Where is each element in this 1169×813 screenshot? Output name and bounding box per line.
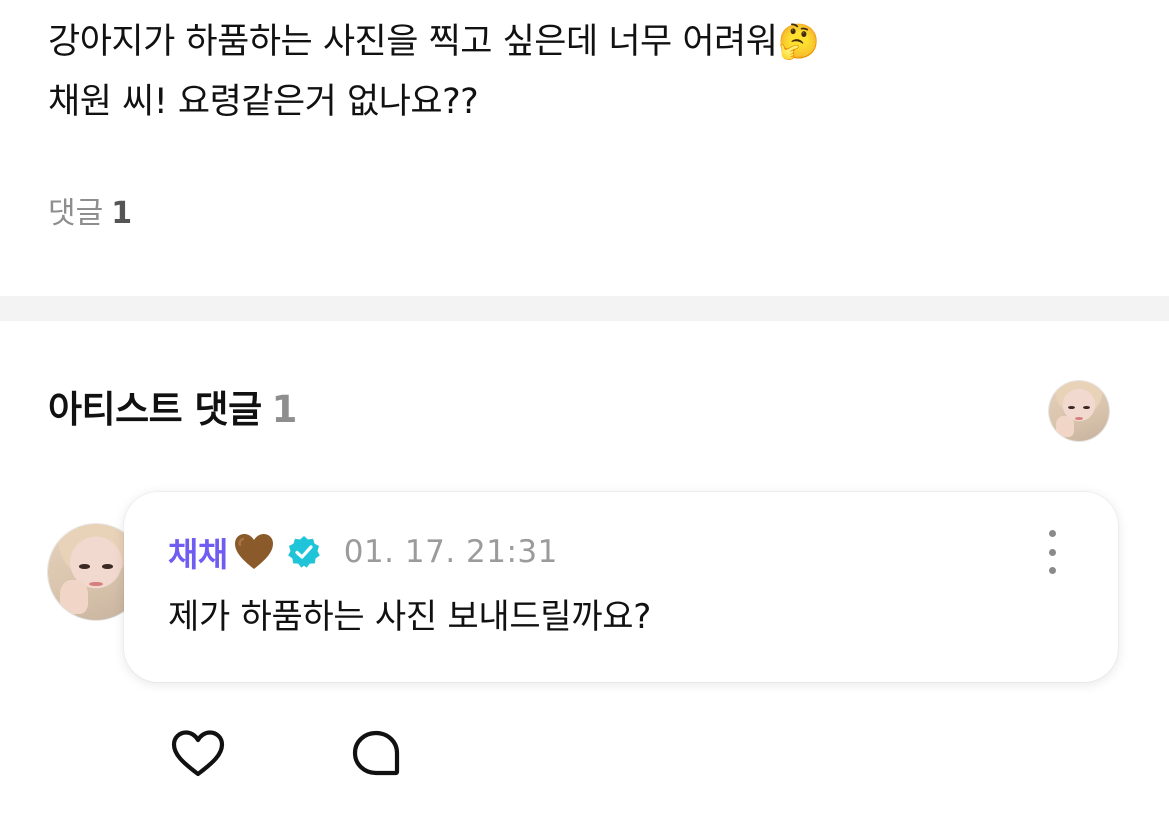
comment-timestamp: 01. 17. 21:31 (343, 534, 558, 570)
heart-outline-icon (171, 730, 225, 777)
comment-meta: 채채 01. 17. 21:31 (168, 526, 558, 578)
brown-heart-icon (234, 534, 273, 569)
like-button[interactable] (170, 727, 226, 779)
avatar-lips (89, 581, 103, 587)
post-text: 강아지가 하품하는 사진을 찍고 싶은데 너무 어려워🤔 채원 씨! 요령같은거… (48, 12, 1128, 132)
more-dot-icon (1048, 530, 1056, 537)
post-line-1: 강아지가 하품하는 사진을 찍고 싶은데 너무 어려워🤔 (48, 12, 1128, 72)
artist-comments-title: 아티스트 댓글 (48, 388, 262, 431)
more-dot-icon (1048, 548, 1056, 556)
speech-bubble-icon (352, 730, 400, 776)
artist-avatar[interactable] (1049, 381, 1109, 441)
more-dot-icon (1048, 567, 1056, 574)
verified-badge-icon (287, 536, 320, 568)
artist-comment-card[interactable]: 채채 01. 17. 21:31 제가 하품하는 사진 보내드릴까요? (124, 492, 1118, 682)
avatar-eye-right (101, 564, 114, 570)
avatar-eye-left (78, 564, 91, 570)
section-divider (0, 296, 1169, 321)
comment-count[interactable]: 댓글 1 (48, 190, 132, 238)
avatar-eye-right (1082, 406, 1090, 410)
artist-comments-header: 아티스트 댓글 1 (48, 382, 297, 438)
post-line-1-text: 강아지가 하품하는 사진을 찍고 싶은데 너무 어려워 (48, 22, 778, 62)
avatar-hand (1056, 415, 1075, 438)
post-section: 강아지가 하품하는 사진을 찍고 싶은데 너무 어려워🤔 채원 씨! 요령같은거… (0, 0, 1169, 296)
artist-comments-count: 1 (271, 388, 298, 431)
avatar-hand (59, 579, 89, 615)
comment-text: 제가 하품하는 사진 보내드릴까요? (168, 597, 651, 637)
thinking-face-emoji: 🤔 (777, 22, 820, 62)
comment-author-name[interactable]: 채채 (168, 528, 228, 576)
post-line-2: 채원 씨! 요령같은거 없나요?? (48, 82, 479, 122)
avatar-lips (1074, 417, 1084, 420)
reply-button[interactable] (350, 728, 402, 780)
comment-count-number: 1 (111, 196, 133, 231)
avatar-eye-left (1068, 406, 1076, 410)
more-options-button[interactable] (1040, 530, 1064, 574)
comment-count-label: 댓글 (48, 196, 104, 231)
